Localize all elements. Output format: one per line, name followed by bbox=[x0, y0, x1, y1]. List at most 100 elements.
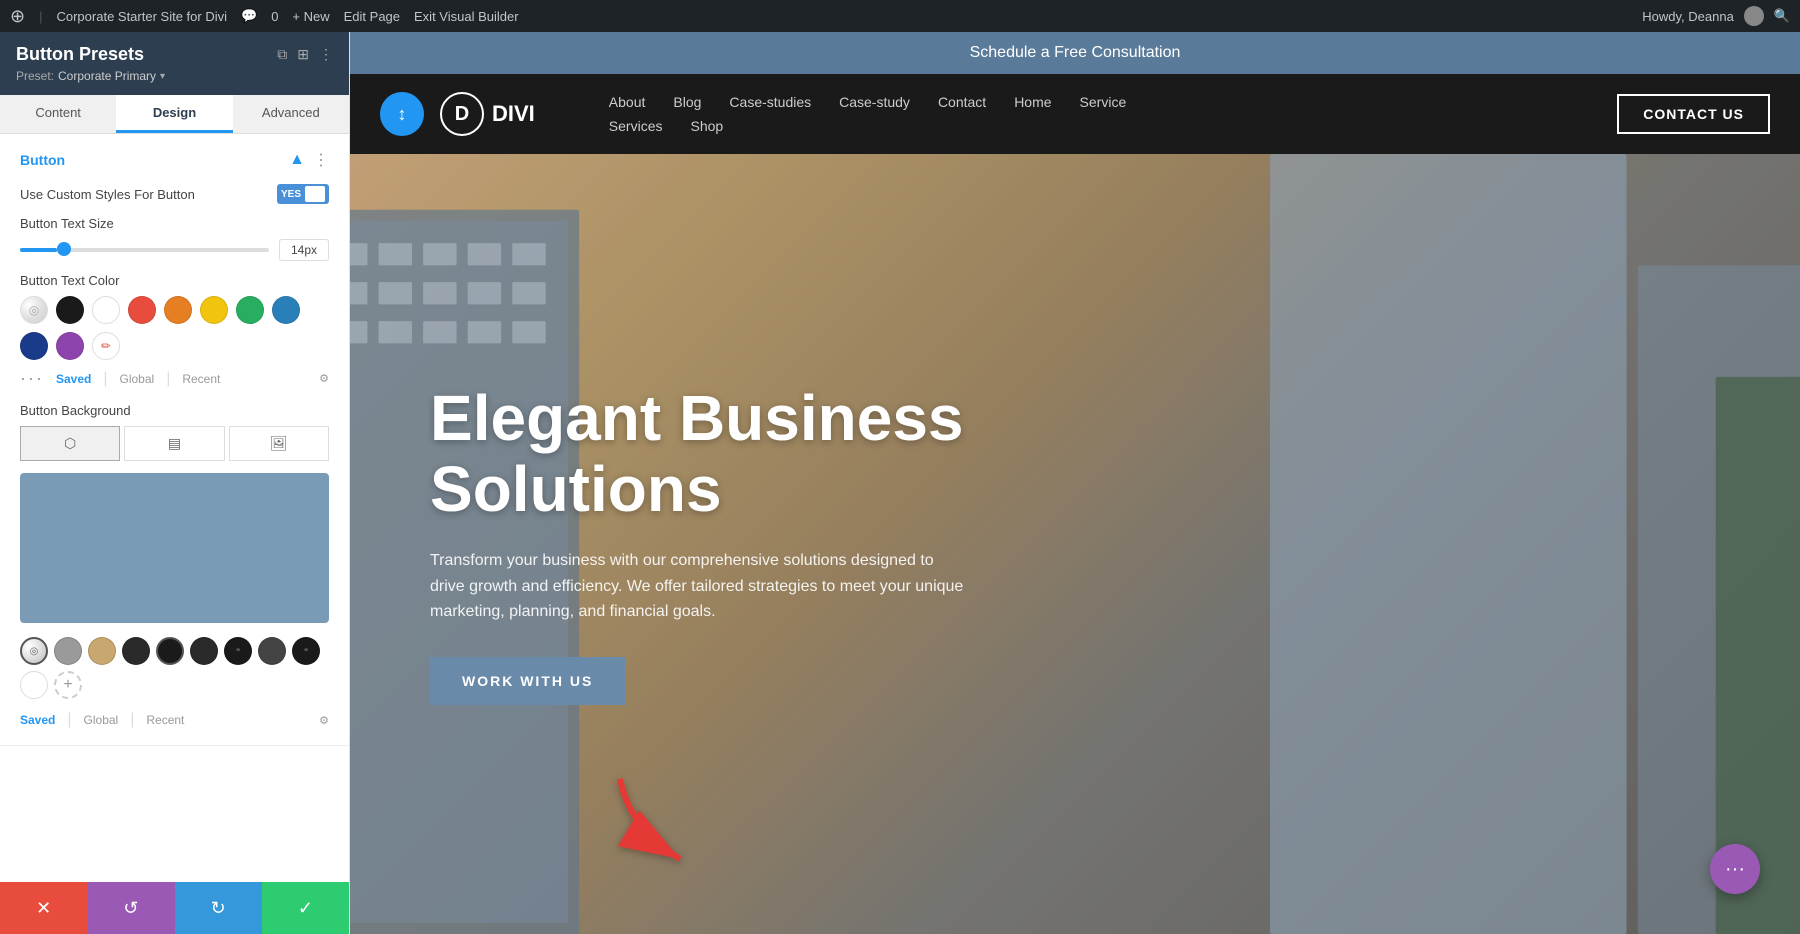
pencil-icon: ✏ bbox=[101, 339, 111, 353]
user-avatar[interactable] bbox=[1744, 6, 1764, 26]
edit-page-link[interactable]: Edit Page bbox=[344, 9, 400, 24]
bottom-saved-tab[interactable]: Saved bbox=[20, 713, 55, 727]
logo-text: DIVI bbox=[492, 101, 535, 127]
search-icon[interactable]: 🔍 bbox=[1774, 8, 1790, 24]
site-name-link[interactable]: Corporate Starter Site for Divi bbox=[56, 9, 227, 24]
nav-blog[interactable]: Blog bbox=[659, 90, 715, 114]
bottom-tan-swatch[interactable] bbox=[88, 637, 116, 665]
panel-menu-icon[interactable]: ⋮ bbox=[319, 46, 333, 63]
black-swatch[interactable] bbox=[56, 296, 84, 324]
nav-contact[interactable]: Contact bbox=[924, 90, 1000, 114]
site-logo[interactable]: D DIVI bbox=[440, 92, 535, 136]
exit-builder-link[interactable]: Exit Visual Builder bbox=[414, 9, 519, 24]
contact-us-text: CONTACT US bbox=[1643, 106, 1744, 122]
hero-cta-button[interactable]: WORK WITH US bbox=[430, 657, 625, 705]
text-size-label: Button Text Size bbox=[20, 216, 329, 231]
bg-type-gradient[interactable]: ▤ bbox=[124, 426, 224, 461]
tab-content[interactable]: Content bbox=[0, 95, 116, 133]
panel-footer: ✕ ↺ ↻ ✓ bbox=[0, 882, 349, 934]
section-title: Button bbox=[20, 152, 65, 168]
bg-type-color[interactable]: ⬡ bbox=[20, 426, 120, 461]
more-dots-icon[interactable]: ··· bbox=[20, 368, 44, 389]
bottom-settings-icon[interactable]: ⚙ bbox=[319, 714, 329, 727]
contact-us-button[interactable]: CONTACT US bbox=[1617, 94, 1770, 134]
left-panel: Button Presets ⧉ ⊞ ⋮ Preset: Corporate P… bbox=[0, 32, 350, 934]
button-text-color-section: Button Text Color ◎ bbox=[20, 273, 329, 389]
bottom-white-swatch[interactable] bbox=[20, 671, 48, 699]
fab-button[interactable]: ··· bbox=[1710, 844, 1760, 894]
bottom-dark5-swatch[interactable] bbox=[258, 637, 286, 665]
white-swatch[interactable] bbox=[92, 296, 120, 324]
add-color-button[interactable]: + bbox=[54, 671, 82, 699]
bg-color-preview[interactable] bbox=[20, 473, 329, 623]
new-content-button[interactable]: + New bbox=[292, 9, 329, 24]
preset-name[interactable]: Corporate Primary bbox=[58, 69, 156, 83]
admin-bar: ⊕ | Corporate Starter Site for Divi 💬 0 … bbox=[0, 0, 1800, 32]
bottom-dark6-swatch[interactable]: ❝ bbox=[292, 637, 320, 665]
nav-services[interactable]: Services bbox=[595, 114, 677, 138]
dark-blue-swatch[interactable] bbox=[20, 332, 48, 360]
nav-service[interactable]: Service bbox=[1066, 90, 1141, 114]
global-color-tab[interactable]: Global bbox=[120, 372, 155, 386]
color-label: Button Text Color bbox=[20, 273, 329, 288]
eyedropper-swatch[interactable]: ◎ bbox=[20, 296, 48, 324]
panel-grid-icon[interactable]: ⊞ bbox=[297, 46, 309, 63]
color-settings-icon[interactable]: ⚙ bbox=[319, 372, 329, 385]
bottom-global-tab[interactable]: Global bbox=[84, 713, 119, 727]
site-nav: About Blog Case-studies Case-study Conta… bbox=[595, 90, 1617, 138]
bottom-gray-swatch[interactable] bbox=[54, 637, 82, 665]
bottom-dark4-swatch[interactable]: ❝ bbox=[224, 637, 252, 665]
bottom-eyedropper-swatch[interactable]: ◎ bbox=[20, 637, 48, 665]
button-bg-section: Button Background ⬡ ▤ 🖼 bbox=[20, 403, 329, 729]
nav-shop[interactable]: Shop bbox=[676, 114, 737, 138]
nav-bottom-row: Services Shop bbox=[595, 114, 1140, 138]
toggle-box bbox=[305, 186, 325, 202]
purple-swatch[interactable] bbox=[56, 332, 84, 360]
schedule-bar: Schedule a Free Consultation bbox=[350, 32, 1800, 74]
green-swatch[interactable] bbox=[236, 296, 264, 324]
slider-thumb[interactable] bbox=[57, 242, 71, 256]
blue-swatch[interactable] bbox=[272, 296, 300, 324]
admin-bar-right: Howdy, Deanna 🔍 bbox=[1642, 6, 1790, 26]
panel-copy-icon[interactable]: ⧉ bbox=[277, 46, 287, 63]
slider-value-input[interactable]: 14px bbox=[279, 239, 329, 261]
bottom-dark2-swatch[interactable] bbox=[156, 637, 184, 665]
panel-header-icons: ⧉ ⊞ ⋮ bbox=[277, 46, 333, 63]
logo-circle: D bbox=[440, 92, 484, 136]
bottom-dark1-swatch[interactable] bbox=[122, 637, 150, 665]
save-button[interactable]: ✓ bbox=[262, 882, 349, 934]
custom-styles-toggle[interactable]: YES bbox=[277, 184, 329, 204]
eyedropper-small-icon: ◎ bbox=[30, 646, 39, 657]
section-collapse-icon[interactable]: ▲ bbox=[289, 151, 305, 169]
nav-case-study[interactable]: Case-study bbox=[825, 90, 924, 114]
yellow-swatch[interactable] bbox=[200, 296, 228, 324]
saved-color-tab[interactable]: Saved bbox=[56, 372, 91, 386]
bottom-color-row: ◎ ❝ ❝ bbox=[20, 637, 329, 699]
quote-icon-1: ❝ bbox=[236, 647, 240, 656]
redo-button[interactable]: ↻ bbox=[175, 882, 262, 934]
recent-color-tab[interactable]: Recent bbox=[182, 372, 220, 386]
tab-design[interactable]: Design bbox=[116, 95, 232, 133]
comment-icon[interactable]: 💬 bbox=[241, 8, 257, 24]
preset-chevron-icon[interactable]: ▾ bbox=[160, 71, 165, 82]
cancel-button[interactable]: ✕ bbox=[0, 882, 87, 934]
red-swatch[interactable] bbox=[128, 296, 156, 324]
section-more-icon[interactable]: ⋮ bbox=[313, 150, 329, 170]
bottom-dark3-swatch[interactable] bbox=[190, 637, 218, 665]
tab-advanced[interactable]: Advanced bbox=[233, 95, 349, 133]
bg-type-image[interactable]: 🖼 bbox=[229, 426, 329, 461]
pencil-edit-swatch[interactable]: ✏ bbox=[92, 332, 120, 360]
nav-about[interactable]: About bbox=[595, 90, 660, 114]
wp-logo-icon[interactable]: ⊕ bbox=[10, 6, 25, 27]
orange-swatch[interactable] bbox=[164, 296, 192, 324]
divi-edit-button[interactable]: ↕ bbox=[380, 92, 424, 136]
admin-bar-left: ⊕ | Corporate Starter Site for Divi 💬 0 … bbox=[10, 6, 519, 27]
undo-button[interactable]: ↺ bbox=[87, 882, 174, 934]
comment-count: 0 bbox=[271, 9, 278, 24]
nav-home[interactable]: Home bbox=[1000, 90, 1065, 114]
divi-edit-icon: ↕ bbox=[398, 104, 407, 125]
preview-area: Schedule a Free Consultation ↕ D DIVI Ab… bbox=[350, 32, 1800, 934]
nav-case-studies[interactable]: Case-studies bbox=[715, 90, 825, 114]
bottom-recent-tab[interactable]: Recent bbox=[146, 713, 184, 727]
slider-track[interactable] bbox=[20, 248, 269, 252]
